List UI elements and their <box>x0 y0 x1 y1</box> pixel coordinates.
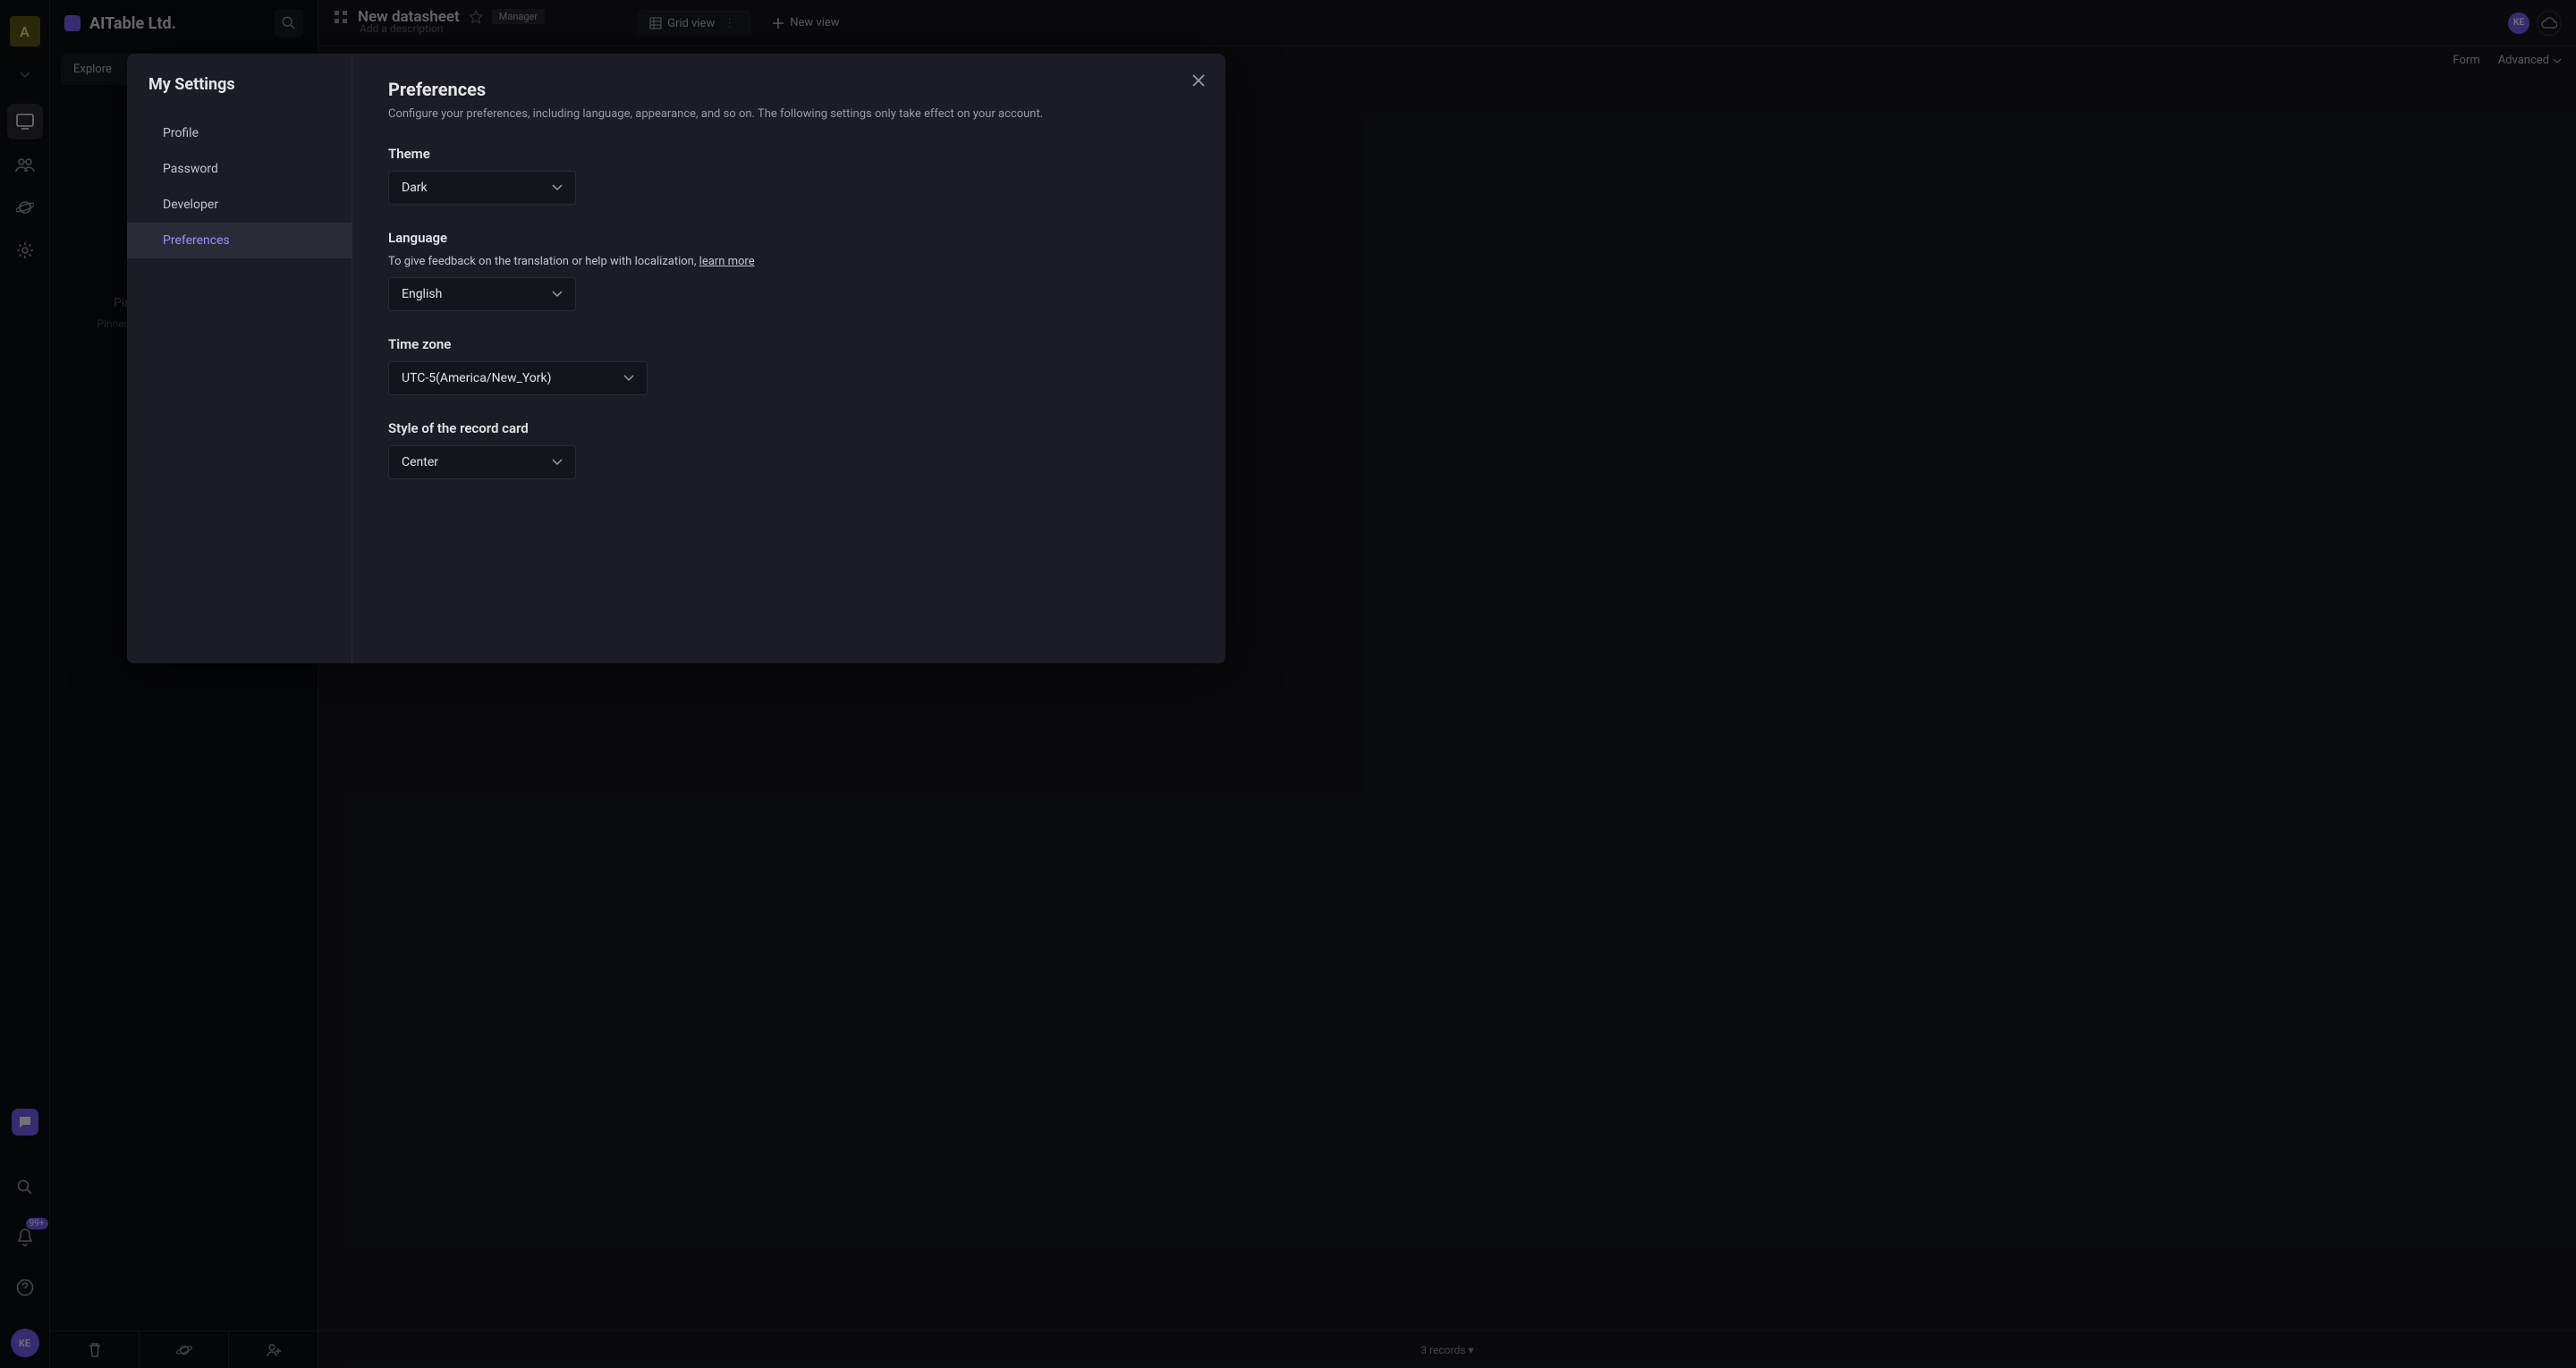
chevron-down-icon <box>623 375 634 382</box>
theme-label: Theme <box>388 146 1190 162</box>
settings-modal: My Settings Profile Password Developer P… <box>127 54 1225 663</box>
preferences-heading: Preferences <box>388 79 1190 100</box>
language-value: English <box>402 287 442 301</box>
theme-field: Theme Dark <box>388 146 1190 205</box>
timezone-field: Time zone UTC-5(America/New_York) <box>388 336 1190 395</box>
nav-profile[interactable]: Profile <box>127 115 352 151</box>
language-field: Language To give feedback on the transla… <box>388 230 1190 311</box>
modal-content: Preferences Configure your preferences, … <box>352 54 1225 663</box>
record-card-select[interactable]: Center <box>388 445 576 479</box>
modal-title: My Settings <box>127 75 352 115</box>
modal-close-button[interactable] <box>1188 70 1209 91</box>
language-help: To give feedback on the translation or h… <box>388 255 1190 268</box>
theme-value: Dark <box>402 181 428 195</box>
timezone-value: UTC-5(America/New_York) <box>402 371 552 385</box>
nav-preferences[interactable]: Preferences <box>127 223 352 258</box>
language-label: Language <box>388 230 1190 246</box>
nav-developer[interactable]: Developer <box>127 187 352 223</box>
language-select[interactable]: English <box>388 277 576 311</box>
timezone-label: Time zone <box>388 336 1190 352</box>
learn-more-link[interactable]: learn more <box>699 255 755 268</box>
close-icon <box>1191 73 1206 88</box>
timezone-select[interactable]: UTC-5(America/New_York) <box>388 361 648 395</box>
record-card-value: Center <box>402 455 438 469</box>
chevron-down-icon <box>552 184 563 191</box>
chevron-down-icon <box>552 291 563 298</box>
record-card-field: Style of the record card Center <box>388 420 1190 479</box>
record-card-label: Style of the record card <box>388 420 1190 436</box>
chevron-down-icon <box>552 459 563 466</box>
nav-password[interactable]: Password <box>127 151 352 187</box>
modal-sidebar: My Settings Profile Password Developer P… <box>127 54 352 663</box>
theme-select[interactable]: Dark <box>388 171 576 205</box>
preferences-description: Configure your preferences, including la… <box>388 107 1190 121</box>
